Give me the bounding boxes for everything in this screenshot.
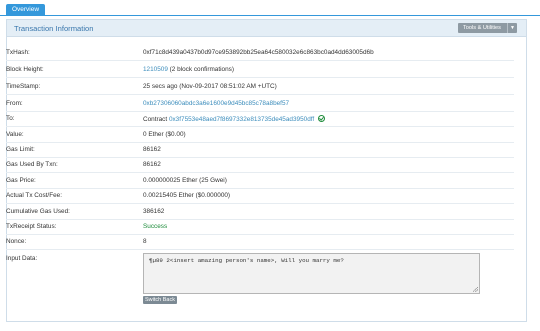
panel-title: Transaction Information — [14, 24, 94, 33]
value-value: 0 Ether ($0.00) — [143, 131, 186, 138]
tx-cost-label: Actual Tx Cost/Fee: — [6, 192, 62, 199]
input-data-label: Input Data: — [6, 255, 38, 262]
divider — [6, 234, 514, 235]
tab-bar: Overview — [0, 0, 540, 16]
divider — [6, 219, 514, 220]
from-label: From: — [6, 100, 23, 107]
tx-cost-value: 0.00215405 Ether ($0.000000) — [143, 192, 231, 199]
block-height-value: 1210509 (2 block confirmations) — [143, 66, 234, 73]
input-data-text: ¶µ89 2<insert amazing person's name>, Wi… — [149, 257, 344, 264]
gas-limit-label: Gas Limit: — [6, 146, 35, 153]
button-separator — [507, 23, 508, 33]
gas-used-label: Gas Used By Txn: — [6, 161, 58, 168]
timestamp-label: TimeStamp: — [6, 83, 41, 90]
value-label: Value: — [6, 131, 24, 138]
divider — [6, 60, 514, 61]
gas-limit-value: 86162 — [143, 146, 161, 153]
divider — [6, 94, 514, 95]
txhash-value: 0xf71c8d439a0437b0d97ce953892bb25ea64c58… — [143, 49, 374, 56]
timestamp-value: 25 secs ago (Nov-09-2017 08:51:02 AM +UT… — [143, 83, 277, 90]
block-height-label: Block Height: — [6, 66, 44, 73]
to-value: Contract 0x3f7553e48aed7f8697332e813735d… — [143, 115, 325, 123]
contract-prefix: Contract — [143, 116, 168, 123]
divider — [6, 203, 514, 204]
tools-utilities-button[interactable]: Tools & Utilities ▼ — [458, 23, 517, 33]
nonce-value: 8 — [143, 238, 147, 245]
receipt-status-value: Success — [143, 223, 168, 230]
resize-grip-icon[interactable] — [473, 287, 478, 292]
receipt-status-label: TxReceipt Status: — [6, 223, 57, 230]
divider — [6, 77, 514, 78]
to-label: To: — [6, 115, 15, 122]
divider — [6, 142, 514, 143]
tools-utilities-label: Tools & Utilities — [463, 25, 501, 31]
block-confirmations: (2 block confirmations) — [169, 66, 234, 73]
gas-used-value: 86162 — [143, 161, 161, 168]
divider — [6, 249, 514, 250]
panel-header: Transaction Information Tools & Utilitie… — [7, 20, 526, 37]
nonce-label: Nonce: — [6, 238, 27, 245]
cumulative-gas-label: Cumulative Gas Used: — [6, 208, 70, 215]
gas-price-label: Gas Price: — [6, 177, 36, 184]
check-circle-icon — [317, 115, 325, 122]
contract-address-link[interactable]: 0x3f7553e48aed7f8697332e813735de45ad3950… — [169, 116, 314, 123]
divider — [6, 157, 514, 158]
gas-price-value: 0.000000025 Ether (25 Gwei) — [143, 177, 227, 184]
divider — [6, 126, 514, 127]
input-data-textarea[interactable]: ¶µ89 2<insert amazing person's name>, Wi… — [143, 253, 480, 294]
block-height-link[interactable]: 1210509 — [143, 66, 168, 73]
caret-down-icon: ▼ — [510, 25, 515, 31]
switch-back-button[interactable]: Switch Back — [143, 296, 177, 304]
divider — [6, 172, 514, 173]
tab-overview[interactable]: Overview — [6, 4, 45, 16]
divider — [6, 111, 514, 112]
txhash-label: TxHash: — [6, 49, 30, 56]
cumulative-gas-value: 386162 — [143, 208, 165, 215]
from-address-link[interactable]: 0xb27306060abdc3a6e1600e9d45bc85c78a8bef… — [143, 100, 289, 107]
divider — [6, 188, 514, 189]
